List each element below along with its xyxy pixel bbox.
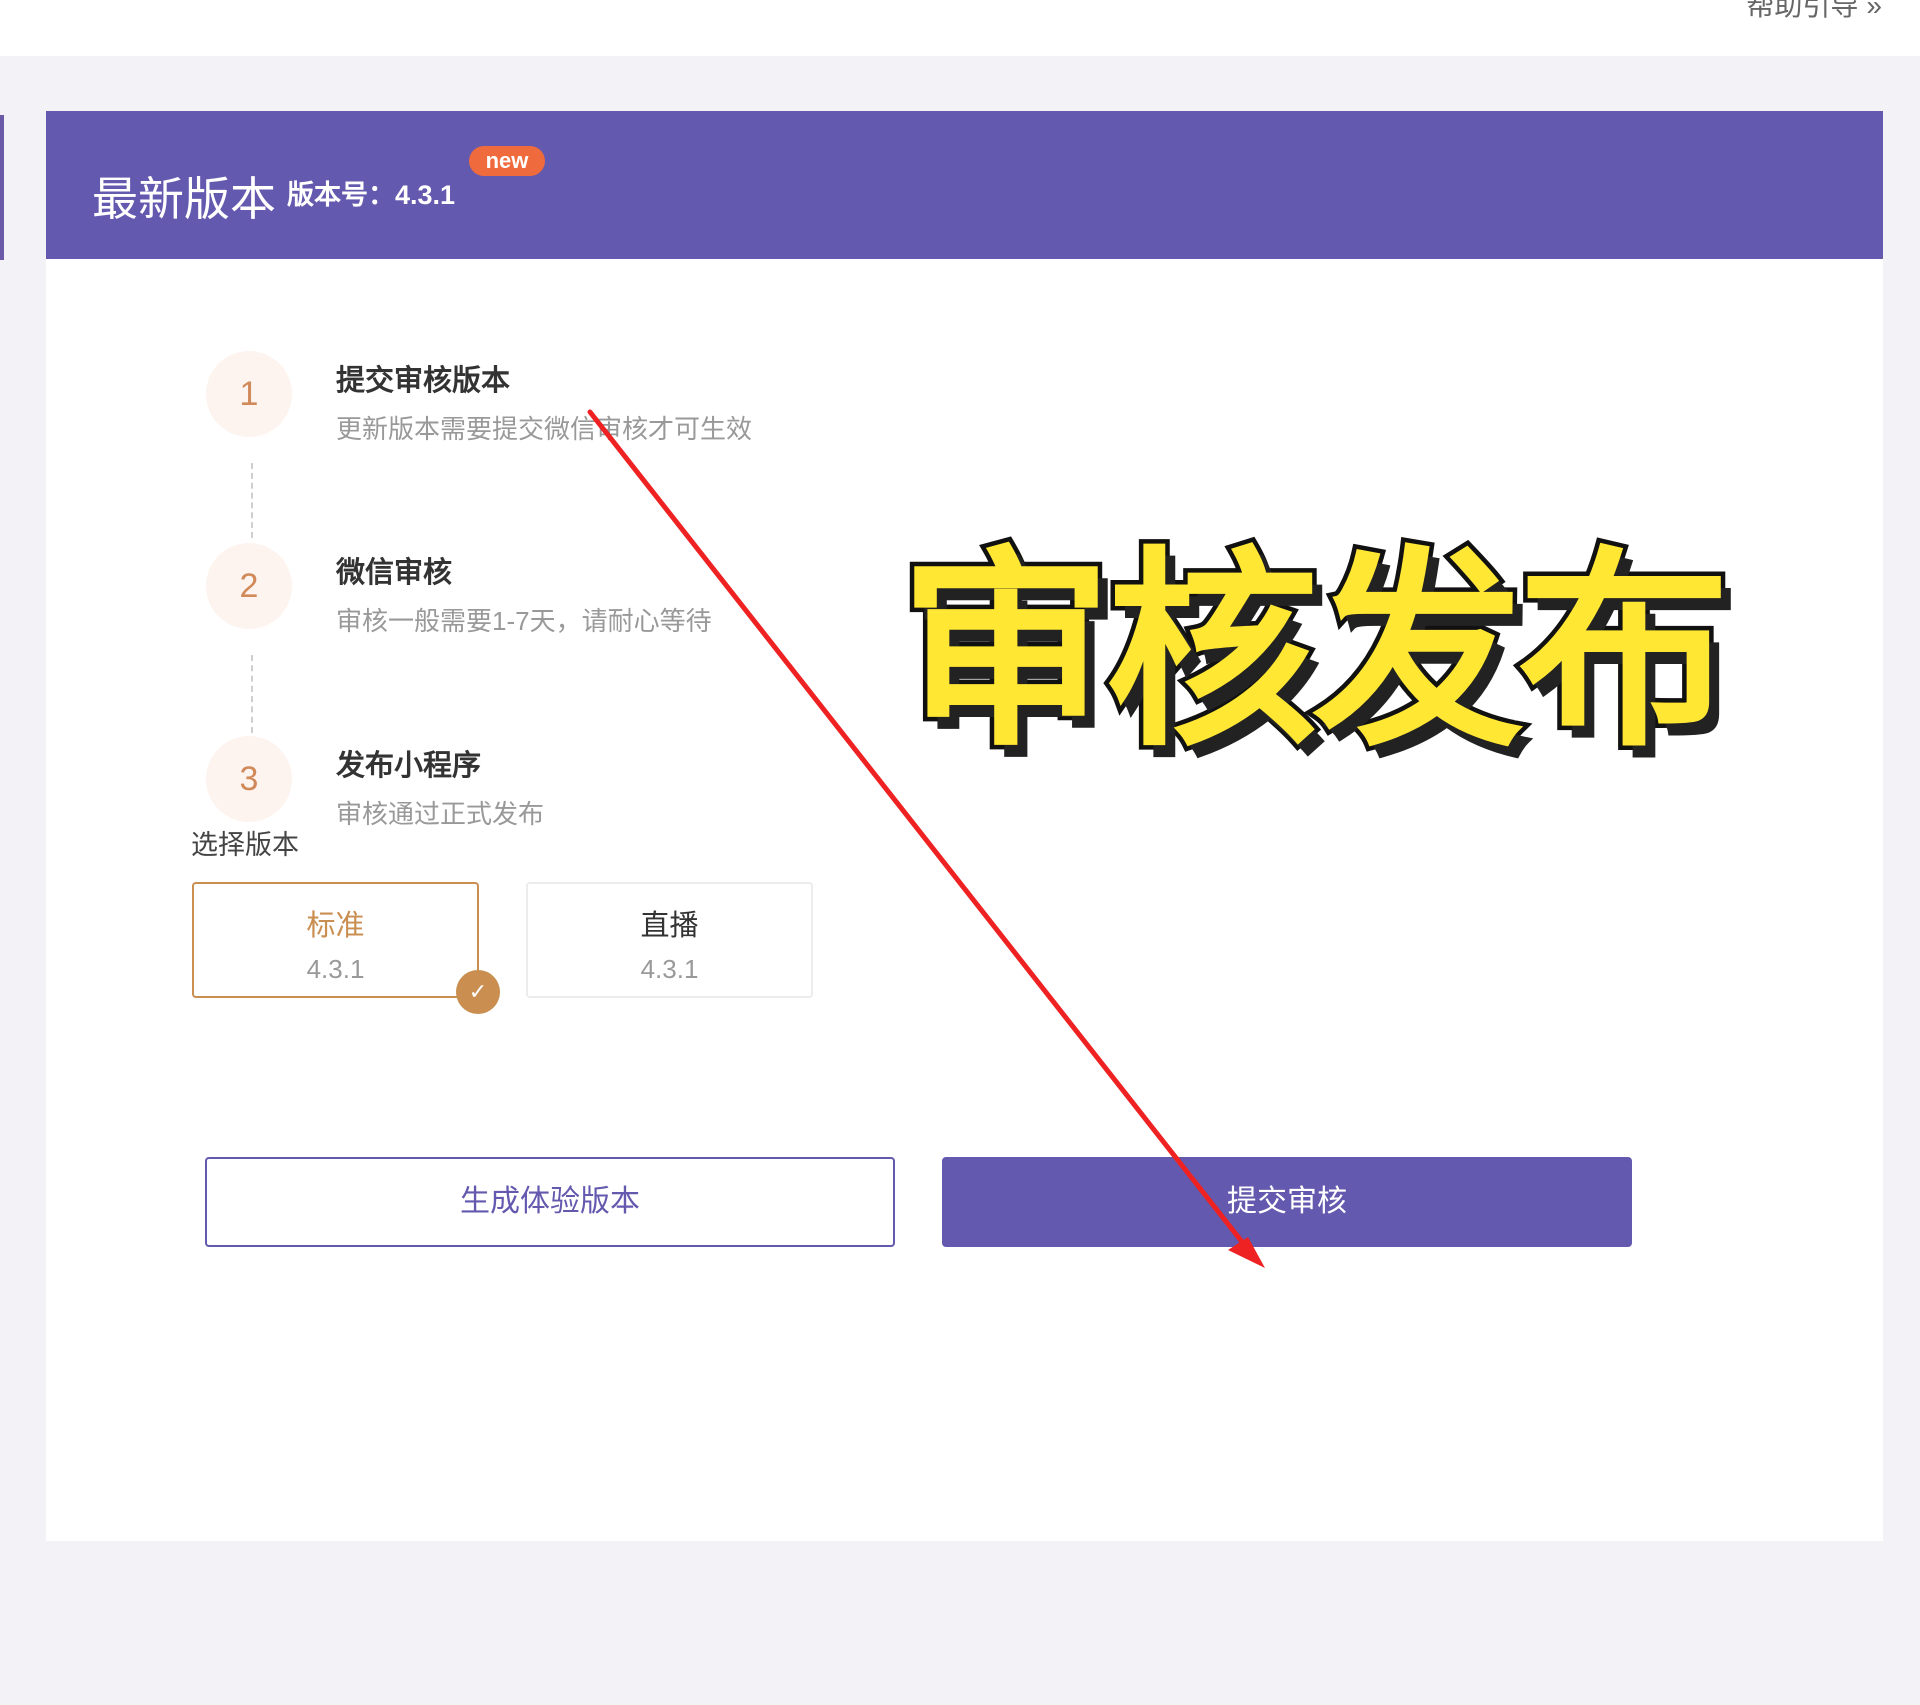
version-option-name: 标准 xyxy=(306,910,365,942)
page-title: 最新版本 xyxy=(92,173,276,225)
help-guide-link[interactable]: 帮助引导 » xyxy=(1746,0,1881,24)
version-option-number: 4.3.1 xyxy=(640,954,699,984)
version-card: 最新版本 版本号：4.3.1 new 1 提交审核版本 更新版本需要提交微信审核… xyxy=(46,111,1883,1541)
version-number: 版本号：4.3.1 xyxy=(287,180,456,210)
version-option-live[interactable]: 直播 4.3.1 xyxy=(526,882,813,998)
help-guide-label: 帮助引导 xyxy=(1746,0,1859,21)
caption-overlay: 审核发布 xyxy=(896,529,1735,775)
step-number-circle: 1 xyxy=(206,351,292,437)
card-header: 最新版本 版本号：4.3.1 new xyxy=(46,111,1883,259)
step-connector xyxy=(251,463,253,538)
submit-review-button[interactable]: 提交审核 xyxy=(942,1157,1632,1247)
choose-version-label: 选择版本 xyxy=(191,830,299,860)
check-icon: ✓ xyxy=(456,970,500,1014)
step-number-circle: 3 xyxy=(206,736,292,822)
step-description: 更新版本需要提交微信审核才可生效 xyxy=(336,414,753,444)
generate-trial-version-button[interactable]: 生成体验版本 xyxy=(205,1157,895,1247)
version-option-standard[interactable]: 标准 4.3.1 xyxy=(192,882,479,998)
new-badge: new xyxy=(469,146,545,176)
double-chevron-right-icon: » xyxy=(1866,0,1881,21)
step-description: 审核通过正式发布 xyxy=(336,799,545,829)
step-title: 微信审核 xyxy=(336,557,453,589)
version-option-number: 4.3.1 xyxy=(306,954,365,984)
step-title: 发布小程序 xyxy=(336,750,482,782)
step-title: 提交审核版本 xyxy=(336,365,511,397)
left-nav-edge xyxy=(0,115,4,260)
step-connector xyxy=(251,655,253,733)
version-option-name: 直播 xyxy=(640,910,699,942)
step-number-circle: 2 xyxy=(206,543,292,629)
step-description: 审核一般需要1-7天，请耐心等待 xyxy=(336,606,712,636)
top-bar: 帮助引导 » xyxy=(0,0,1920,56)
